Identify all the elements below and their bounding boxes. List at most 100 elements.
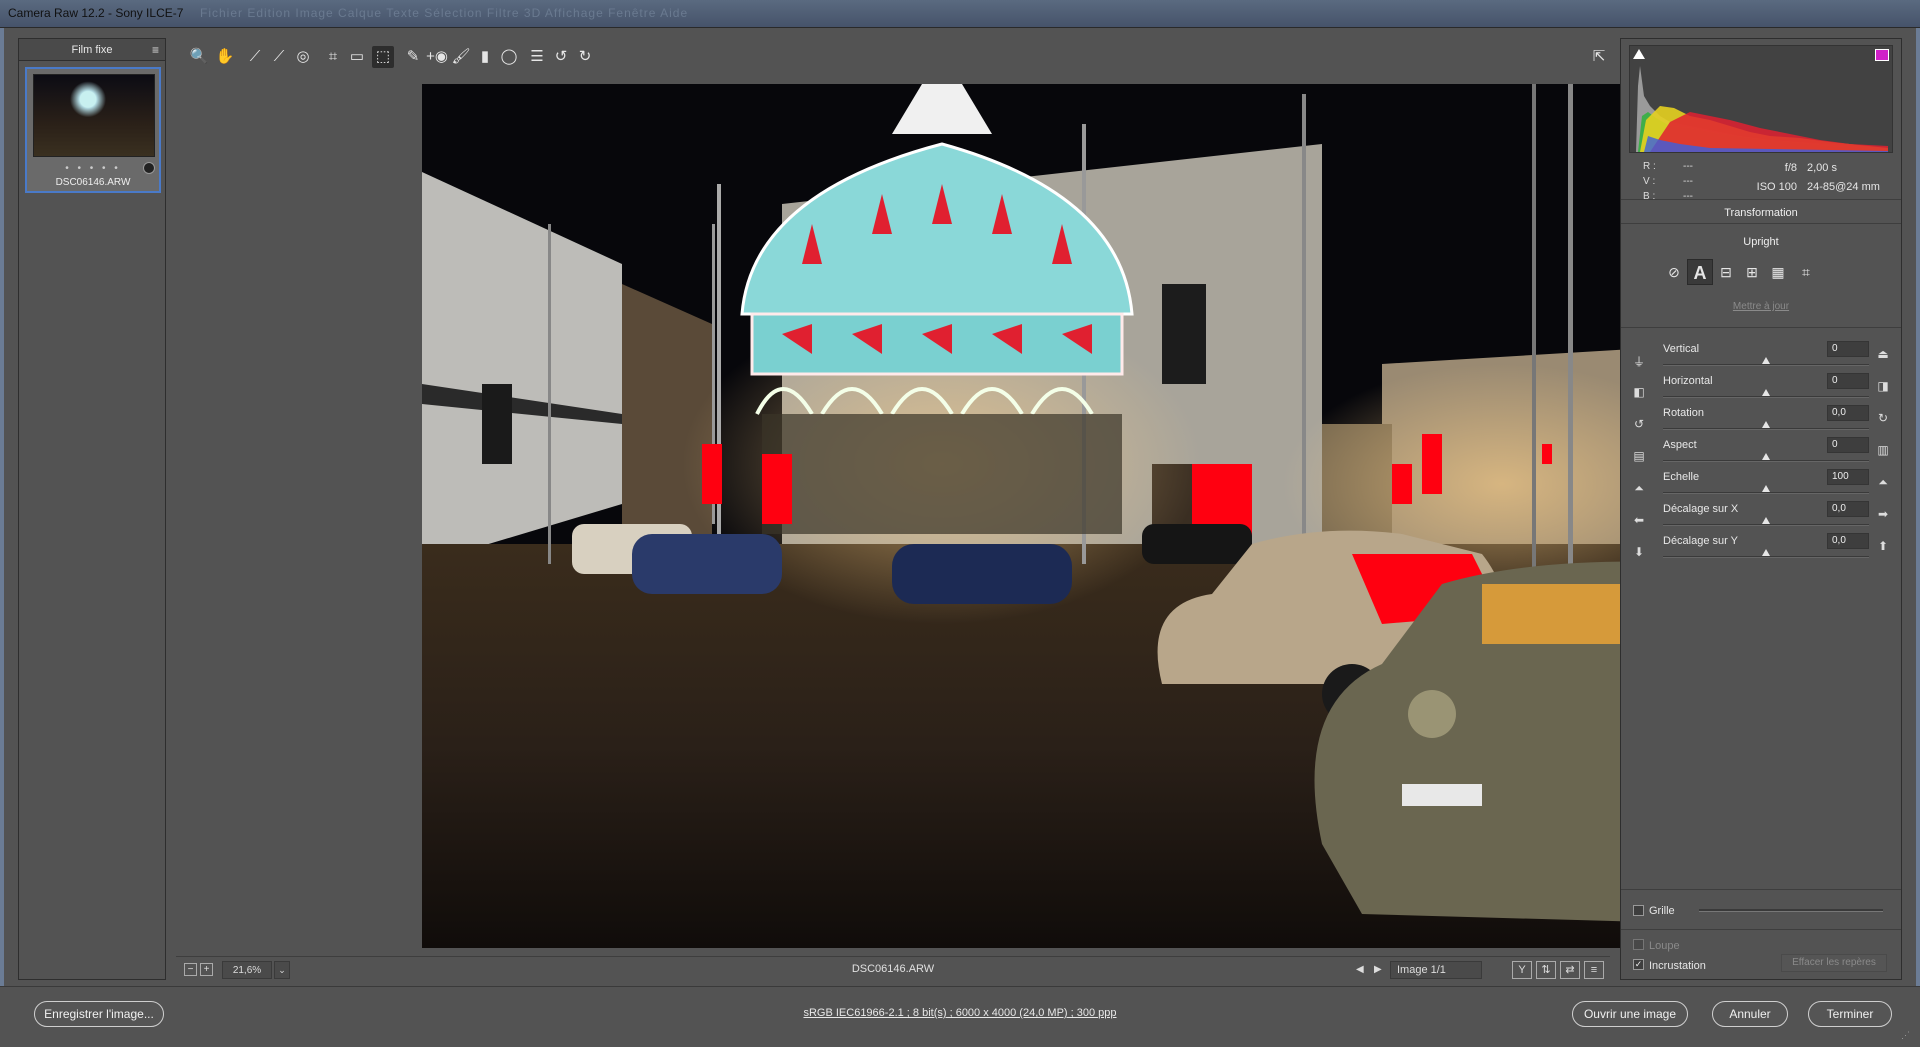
- loupe-label: Loupe: [1649, 940, 1680, 952]
- clear-guides-button[interactable]: Effacer les repères: [1781, 954, 1887, 972]
- rating-dots[interactable]: • • • • •: [27, 163, 159, 174]
- upright-label: Upright: [1743, 236, 1779, 248]
- aspect-knob[interactable]: [1762, 453, 1770, 460]
- horizontal-label: Horizontal: [1663, 375, 1713, 387]
- before-after-toggle-button[interactable]: Y: [1512, 961, 1532, 979]
- preview-status-bar: − + 21,6% ⌄ DSC06146.ARW ◀ ▶ Image 1/1 Y…: [176, 956, 1610, 982]
- window-frame-right: [1916, 28, 1920, 1047]
- grid-checkbox[interactable]: [1633, 905, 1644, 916]
- echelle-knob[interactable]: [1762, 485, 1770, 492]
- targeted-adjustment-tool-icon[interactable]: ◎: [292, 46, 314, 68]
- decalage-sur-y-value-field[interactable]: 0,0: [1827, 533, 1869, 549]
- rotate-cw-tool-icon[interactable]: ↻: [574, 46, 596, 68]
- divider: [1621, 327, 1901, 328]
- open-image-button[interactable]: Ouvrir une image: [1572, 1001, 1688, 1027]
- vertical-right-icon[interactable]: ⏏: [1875, 347, 1891, 363]
- highlight-clipping-icon[interactable]: [1875, 49, 1889, 61]
- histogram: [1629, 45, 1893, 153]
- upright-full-icon[interactable]: ▦: [1765, 259, 1791, 285]
- adjustment-brush-tool-icon[interactable]: 🖌: [450, 46, 472, 68]
- vertical-value-field[interactable]: 0: [1827, 341, 1869, 357]
- panel-title: Transformation: [1724, 207, 1798, 219]
- upright-auto-icon[interactable]: A: [1687, 259, 1713, 285]
- upright-guided-icon[interactable]: ⌗: [1793, 259, 1819, 285]
- shadow-clipping-icon[interactable]: [1633, 49, 1645, 59]
- horizontal-knob[interactable]: [1762, 389, 1770, 396]
- decalage-sur-x-track[interactable]: [1663, 524, 1869, 526]
- filmstrip-thumbnail[interactable]: • • • • • DSC06146.ARW: [25, 67, 161, 193]
- color-sampler-tool-icon[interactable]: ⟋: [268, 46, 290, 68]
- image-counter: Image 1/1: [1390, 961, 1482, 979]
- transform-tool-icon[interactable]: ⬚: [372, 46, 394, 68]
- grid-size-slider[interactable]: [1699, 909, 1883, 912]
- aspect-right-icon[interactable]: ▥: [1875, 443, 1891, 459]
- horizontal-left-icon[interactable]: ◧: [1631, 385, 1647, 401]
- decalage-sur-y-left-icon[interactable]: ⬇: [1631, 545, 1647, 561]
- lens-value: 24-85@24 mm: [1807, 181, 1880, 193]
- rotation-value-field[interactable]: 0,0: [1827, 405, 1869, 421]
- red-eye-tool-icon[interactable]: +◉: [426, 46, 448, 68]
- cancel-button[interactable]: Annuler: [1712, 1001, 1788, 1027]
- upright-vertical-icon[interactable]: ⊞: [1739, 259, 1765, 285]
- rotation-left-icon[interactable]: ↺: [1631, 417, 1647, 433]
- rotation-track[interactable]: [1663, 428, 1869, 430]
- swap-settings-button[interactable]: ⇅: [1536, 961, 1556, 979]
- vertical-label: Vertical: [1663, 343, 1700, 355]
- horizontal-slider: ◧ Horizontal 0 ◨: [1631, 373, 1891, 407]
- decalage-sur-y-label: Décalage sur Y: [1663, 535, 1739, 547]
- decalage-sur-y-right-icon[interactable]: ⬆: [1875, 539, 1891, 555]
- rotate-ccw-tool-icon[interactable]: ↺: [550, 46, 572, 68]
- aspect-left-icon[interactable]: ▤: [1631, 449, 1647, 465]
- next-image-icon[interactable]: ▶: [1374, 964, 1382, 975]
- horizontal-right-icon[interactable]: ◨: [1875, 379, 1891, 395]
- crop-tool-icon[interactable]: ⌗: [322, 46, 344, 68]
- hand-tool-icon[interactable]: ✋: [214, 46, 236, 68]
- spot-removal-tool-icon[interactable]: ✎: [402, 46, 424, 68]
- copy-settings-button[interactable]: ⇄: [1560, 961, 1580, 979]
- preferences-tool-icon[interactable]: ☰: [526, 46, 548, 68]
- zoom-tool-icon[interactable]: 🔍: [188, 46, 210, 68]
- aspect-track[interactable]: [1663, 460, 1869, 462]
- rgb-readout: R : --- V : --- B : ---: [1643, 159, 1723, 204]
- overlay-checkbox[interactable]: ✓: [1633, 959, 1644, 970]
- rotation-knob[interactable]: [1762, 421, 1770, 428]
- vertical-track[interactable]: [1663, 364, 1869, 366]
- rotation-slider: ↺ Rotation 0,0 ↻: [1631, 405, 1891, 439]
- vertical-knob[interactable]: [1762, 357, 1770, 364]
- radial-filter-tool-icon[interactable]: ◯: [498, 46, 520, 68]
- thumbnail-image: [33, 74, 155, 157]
- filmstrip-menu-icon[interactable]: ≡: [152, 43, 159, 57]
- decalage-sur-y-track[interactable]: [1663, 556, 1869, 558]
- vertical-left-icon[interactable]: ⏚: [1631, 353, 1647, 369]
- decalage-sur-x-left-icon[interactable]: ⬅: [1631, 513, 1647, 529]
- echelle-track[interactable]: [1663, 492, 1869, 494]
- aspect-value-field[interactable]: 0: [1827, 437, 1869, 453]
- rotation-right-icon[interactable]: ↻: [1875, 411, 1891, 427]
- echelle-left-icon[interactable]: ⏶: [1631, 481, 1647, 497]
- loupe-checkbox[interactable]: [1633, 939, 1644, 950]
- horizontal-value-field[interactable]: 0: [1827, 373, 1869, 389]
- graduated-filter-tool-icon[interactable]: ▮: [474, 46, 496, 68]
- decalage-sur-x-value-field[interactable]: 0,0: [1827, 501, 1869, 517]
- previous-image-icon[interactable]: ◀: [1356, 964, 1364, 975]
- resize-grip-icon[interactable]: ⋰: [1901, 1030, 1910, 1041]
- window-frame-left: [0, 28, 4, 1047]
- decalage-sur-x-knob[interactable]: [1762, 517, 1770, 524]
- decalage-sur-x-right-icon[interactable]: ➡: [1875, 507, 1891, 523]
- divider: [1621, 223, 1901, 224]
- upright-level-icon[interactable]: ⊟: [1713, 259, 1739, 285]
- white-balance-tool-icon[interactable]: ⟋: [244, 46, 266, 68]
- horizontal-track[interactable]: [1663, 396, 1869, 398]
- upright-off-icon[interactable]: ⊘: [1661, 259, 1687, 285]
- straighten-tool-icon[interactable]: ▭: [346, 46, 368, 68]
- update-link[interactable]: Mettre à jour: [1621, 301, 1901, 312]
- toggle-settings-button[interactable]: ≡: [1584, 961, 1604, 979]
- decalage-sur-y-knob[interactable]: [1762, 549, 1770, 556]
- exif-info: f/8 2,00 s ISO 100 24-85@24 mm: [1739, 159, 1889, 197]
- done-button[interactable]: Terminer: [1808, 1001, 1892, 1027]
- image-preview[interactable]: [422, 84, 1718, 948]
- echelle-value-field[interactable]: 100: [1827, 469, 1869, 485]
- echelle-right-icon[interactable]: ⏶: [1875, 475, 1891, 491]
- fullscreen-icon[interactable]: ⇱: [1588, 46, 1610, 68]
- aperture-value: f/8: [1784, 162, 1797, 174]
